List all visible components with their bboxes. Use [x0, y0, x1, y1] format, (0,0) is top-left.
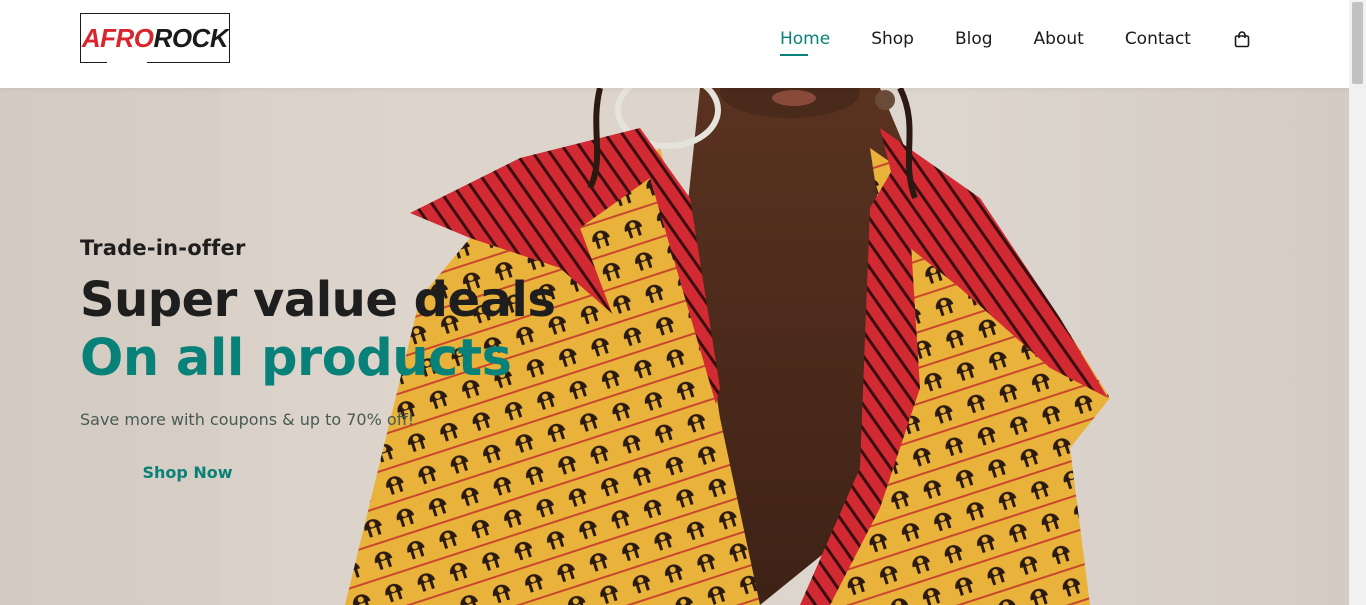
hero-subheadline: On all products	[80, 329, 512, 388]
nav-blog[interactable]: Blog	[955, 28, 993, 50]
scrollbar-thumb[interactable]	[1352, 2, 1363, 84]
brand-logo[interactable]: AFRO ROCK	[80, 13, 230, 65]
logo-text-afro: AFRO	[81, 22, 154, 53]
hero-subtext: Save more with coupons & up to 70% off!	[80, 410, 415, 429]
nav-contact[interactable]: Contact	[1125, 28, 1191, 50]
nav-about[interactable]: About	[1034, 28, 1084, 50]
page-scrollbar[interactable]	[1349, 0, 1366, 605]
nav-home[interactable]: Home	[780, 28, 830, 56]
shop-now-button[interactable]: Shop Now	[80, 452, 260, 492]
hero-headline: Super value deals	[80, 272, 556, 328]
hero-eyebrow: Trade-in-offer	[80, 236, 246, 260]
nav-shop[interactable]: Shop	[871, 28, 914, 50]
shopping-bag-icon[interactable]	[1234, 31, 1250, 48]
site-header: AFRO ROCK Home Shop Blog About Contact	[0, 0, 1349, 88]
logo-text-rock: ROCK	[153, 22, 229, 53]
main-nav: Home Shop Blog About Contact	[780, 28, 1232, 56]
hero-banner: Trade-in-offer Super value deals On all …	[0, 88, 1349, 605]
